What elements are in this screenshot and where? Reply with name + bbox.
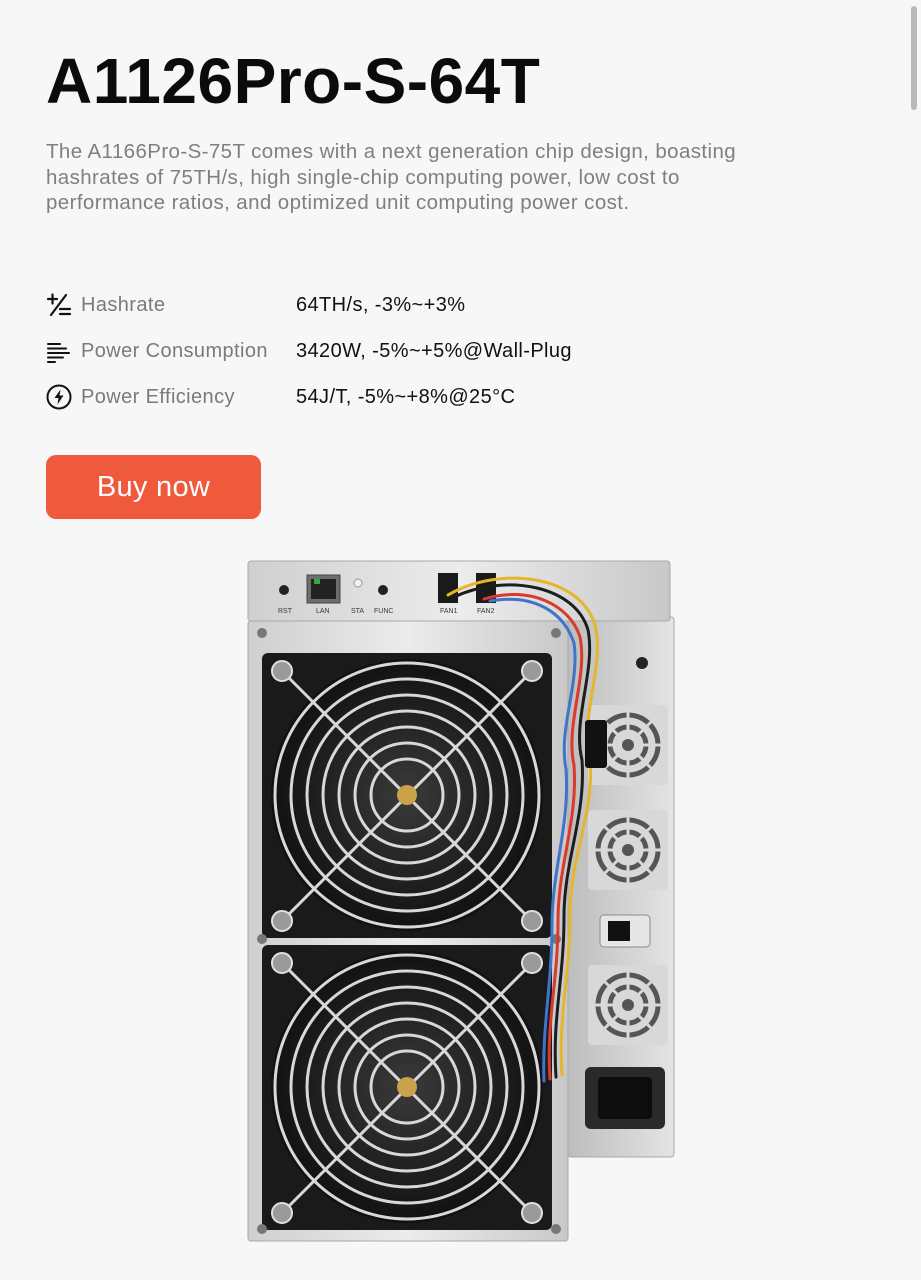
product-image: RST LAN STA FUNC FAN1 FAN2 bbox=[240, 555, 680, 1255]
port-label-sta: STA bbox=[351, 608, 364, 615]
spec-row-hashrate: Hashrate 64TH/s, -3%~+3% bbox=[46, 282, 746, 328]
text-lines-icon bbox=[46, 338, 72, 364]
port-label-func: FUNC bbox=[374, 608, 393, 615]
port-label-rst: RST bbox=[278, 608, 293, 615]
spec-value: 64TH/s, -3%~+3% bbox=[296, 294, 466, 316]
plus-minus-icon bbox=[46, 292, 72, 318]
buy-now-button[interactable]: Buy now bbox=[46, 455, 261, 519]
lightning-circle-icon bbox=[46, 384, 72, 410]
port-label-fan2: FAN2 bbox=[477, 608, 495, 615]
port-label-fan1: FAN1 bbox=[440, 608, 458, 615]
scrollbar[interactable] bbox=[911, 6, 917, 110]
spec-list: Hashrate 64TH/s, -3%~+3% Power Consumpti… bbox=[46, 282, 746, 420]
spec-label: Hashrate bbox=[81, 294, 166, 316]
port-label-lan: LAN bbox=[316, 608, 330, 615]
spec-label: Power Efficiency bbox=[81, 386, 235, 408]
product-title: A1126Pro-S-64T bbox=[46, 45, 541, 117]
spec-value: 54J/T, -5%~+8%@25°C bbox=[296, 386, 516, 408]
spec-row-power-consumption: Power Consumption 3420W, -5%~+5%@Wall-Pl… bbox=[46, 328, 746, 374]
spec-value: 3420W, -5%~+5%@Wall-Plug bbox=[296, 340, 572, 362]
product-description: The A1166Pro-S-75T comes with a next gen… bbox=[46, 140, 737, 214]
spec-label: Power Consumption bbox=[81, 340, 268, 362]
spec-row-power-efficiency: Power Efficiency 54J/T, -5%~+8%@25°C bbox=[46, 374, 746, 420]
